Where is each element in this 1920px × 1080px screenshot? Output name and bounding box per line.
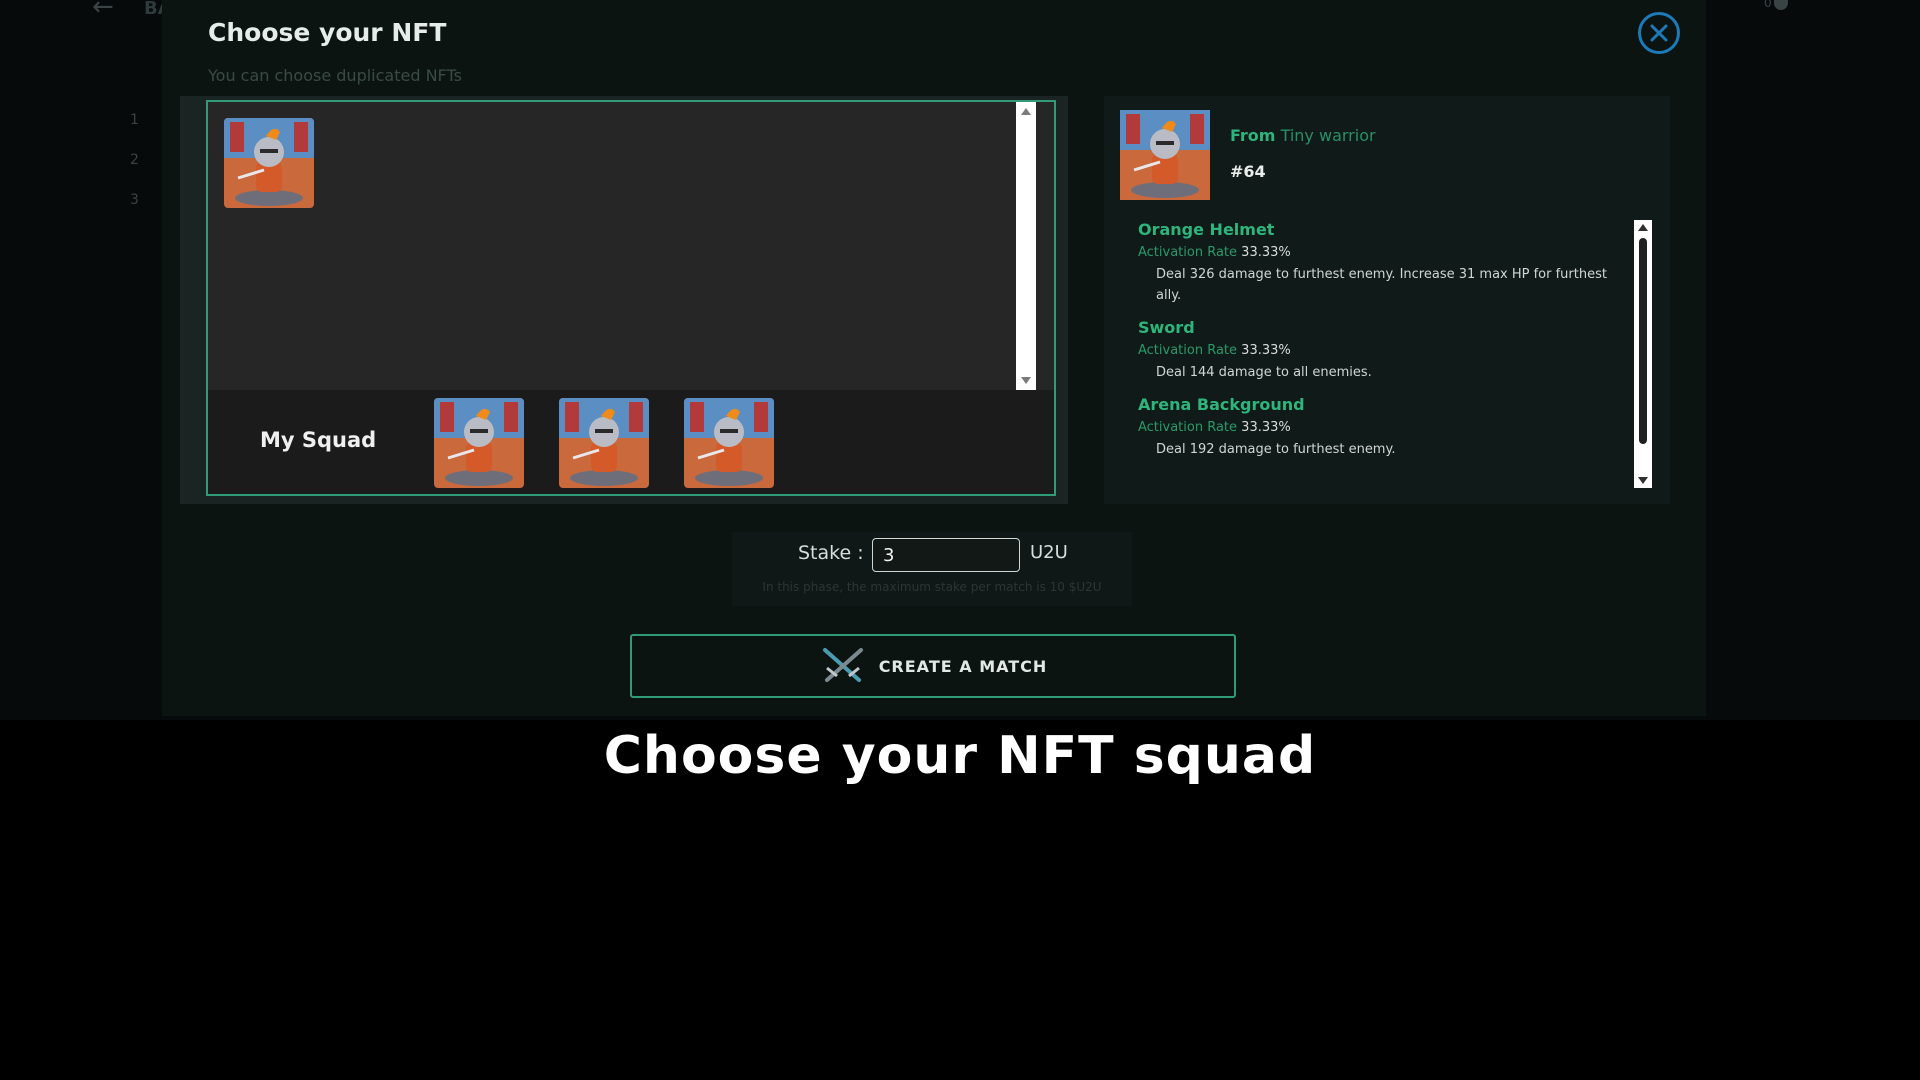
nft-detail-panel: From Tiny warrior #64 Orange Helmet Acti…	[1104, 96, 1670, 504]
skill-rate: Activation Rate 33.33%	[1138, 245, 1638, 260]
coin-icon	[1774, 0, 1788, 10]
collection-line: From Tiny warrior	[1230, 126, 1376, 145]
skill-item: Sword Activation Rate 33.33% Deal 144 da…	[1138, 318, 1638, 383]
rank-number: 3	[130, 192, 139, 208]
close-button[interactable]	[1638, 12, 1680, 54]
rate-label: Activation Rate	[1138, 343, 1238, 358]
skill-name: Sword	[1138, 318, 1195, 337]
scroll-down-icon[interactable]	[1021, 377, 1031, 384]
nft-list-scrollbar[interactable]	[1016, 102, 1036, 390]
skill-rate: Activation Rate 33.33%	[1138, 343, 1638, 358]
choose-nft-modal: Choose your NFT You can choose duplicate…	[162, 0, 1706, 716]
skill-rate: Activation Rate 33.33%	[1138, 420, 1638, 435]
stake-unit: U2U	[1030, 542, 1068, 563]
rate-label: Activation Rate	[1138, 420, 1238, 435]
scroll-up-icon[interactable]	[1638, 224, 1648, 231]
rate-value: 33.33%	[1241, 245, 1291, 260]
squad-slot[interactable]	[684, 398, 774, 488]
rate-value: 33.33%	[1241, 343, 1291, 358]
stake-input[interactable]	[872, 538, 1020, 572]
squad-label: My Squad	[260, 428, 377, 452]
squad-slot[interactable]	[434, 398, 524, 488]
tiny-warrior-image	[684, 398, 774, 488]
back-arrow-icon: ←	[92, 0, 114, 22]
tiny-warrior-image	[1120, 110, 1210, 200]
nft-list[interactable]	[208, 102, 1036, 390]
skill-name: Arena Background	[1138, 395, 1305, 414]
tiny-warrior-image	[559, 398, 649, 488]
close-icon	[1650, 24, 1668, 42]
crossed-swords-icon	[822, 648, 863, 682]
tiny-warrior-image	[434, 398, 524, 488]
skill-description: Deal 192 damage to furthest enemy.	[1156, 442, 1396, 457]
rank-number: 2	[130, 152, 139, 168]
scroll-down-icon[interactable]	[1638, 477, 1648, 484]
skill-list[interactable]: Orange Helmet Activation Rate 33.33% Dea…	[1138, 220, 1638, 486]
nft-card[interactable]	[224, 118, 314, 208]
caption: Choose your NFT squad	[603, 726, 1317, 786]
rate-label: Activation Rate	[1138, 245, 1238, 260]
tiny-warrior-image	[224, 118, 314, 208]
modal-subtitle: You can choose duplicated NFTs	[208, 66, 462, 85]
stake-label: Stake :	[798, 542, 864, 564]
squad-slot[interactable]	[559, 398, 649, 488]
modal-title: Choose your NFT	[208, 18, 447, 47]
stake-note: In this phase, the maximum stake per mat…	[762, 580, 1102, 594]
scroll-thumb[interactable]	[1639, 238, 1647, 444]
rate-value: 33.33%	[1241, 420, 1291, 435]
nft-id: #64	[1230, 162, 1266, 181]
collection-name: Tiny warrior	[1280, 126, 1376, 145]
skill-item: Orange Helmet Activation Rate 33.33% Dea…	[1138, 220, 1638, 306]
skill-description: Deal 144 damage to all enemies.	[1156, 365, 1372, 380]
nft-selection-frame: My Squad	[206, 100, 1056, 496]
skill-list-scrollbar[interactable]	[1634, 220, 1652, 488]
detail-image	[1120, 110, 1210, 200]
skill-name: Orange Helmet	[1138, 220, 1275, 239]
from-label: From	[1230, 126, 1276, 145]
create-match-button[interactable]: CREATE A MATCH	[630, 634, 1236, 698]
skill-description: Deal 326 damage to furthest enemy. Incre…	[1156, 267, 1607, 303]
bg-count: 0	[1764, 0, 1772, 10]
nft-selection-panel: My Squad	[180, 96, 1068, 504]
scroll-up-icon[interactable]	[1021, 108, 1031, 115]
rank-number: 1	[130, 112, 139, 128]
skill-item: Arena Background Activation Rate 33.33% …	[1138, 395, 1638, 460]
my-squad-bar: My Squad	[208, 390, 1054, 494]
stake-section: Stake : U2U In this phase, the maximum s…	[732, 532, 1132, 606]
create-match-label: CREATE A MATCH	[878, 656, 1048, 676]
